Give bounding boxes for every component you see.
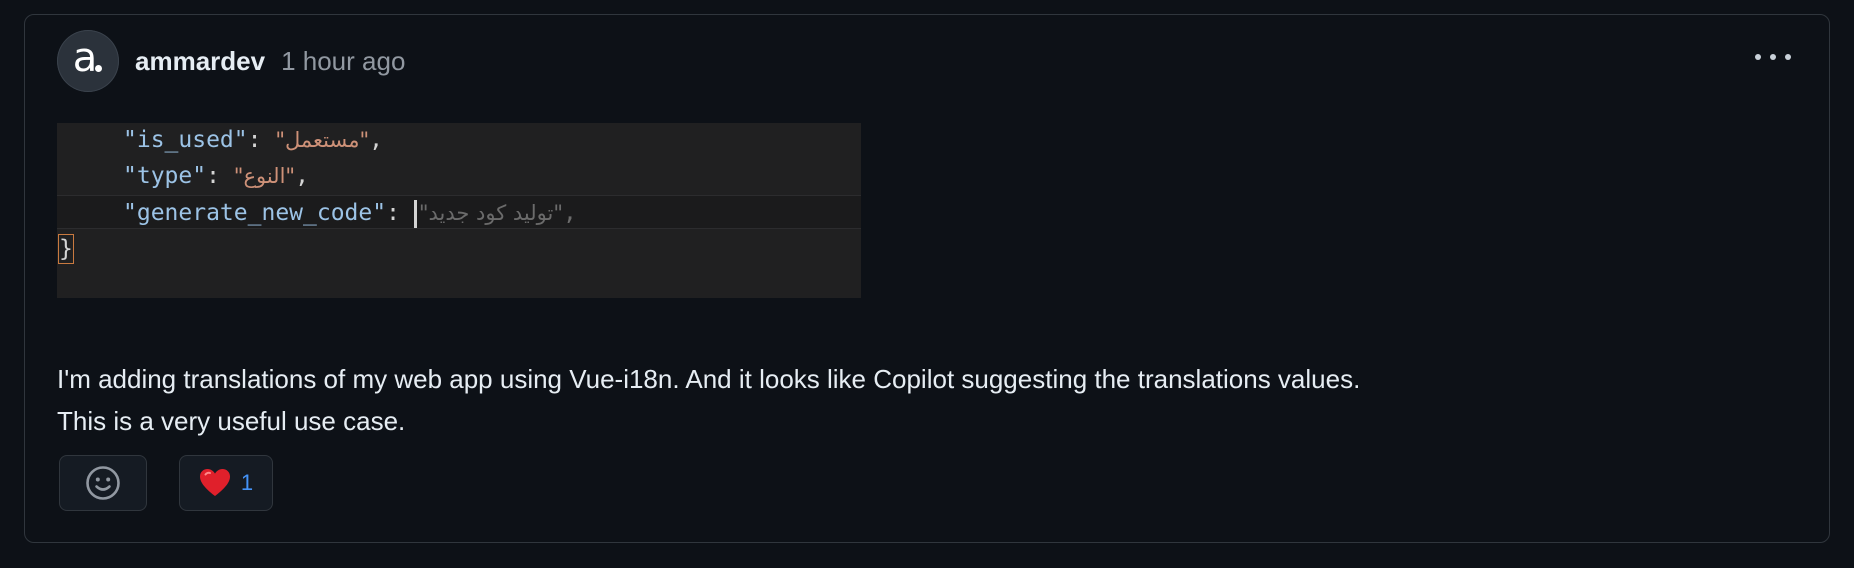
more-dot (1755, 54, 1761, 60)
code-line: "is_used": "مستعمل", (57, 123, 861, 157)
heart-icon (199, 469, 230, 496)
discussion-comment: a ammardev 1 hour ago "is_used": "مستعمل… (24, 14, 1830, 543)
code-comma: , (369, 127, 384, 153)
comment-header: a ammardev 1 hour ago (57, 30, 405, 92)
timestamp-link[interactable]: 1 hour ago (281, 46, 405, 77)
copilot-suggestion: "توليد كود جديد" (418, 201, 564, 225)
reactions-bar: 1 (59, 455, 273, 511)
text-cursor (413, 199, 417, 228)
kebab-horizontal-icon[interactable] (1755, 51, 1791, 63)
avatar[interactable]: a (57, 30, 119, 92)
code-line: } (57, 231, 861, 265)
code-comma: , (295, 163, 309, 189)
comment-body-line: This is a very useful use case. (57, 406, 406, 436)
code-separator: : (247, 127, 276, 153)
code-value: "النوع" (233, 164, 296, 188)
more-dot (1770, 54, 1776, 60)
heart-reaction-count: 1 (240, 470, 254, 495)
code-key: "generate_new_code" (123, 200, 387, 226)
comment-body-line: I'm adding translations of my web app us… (57, 364, 1361, 394)
code-screenshot-image: "is_used": "مستعمل", "type": "النوع", "g… (57, 123, 861, 298)
code-comma: , (563, 200, 577, 226)
author-link[interactable]: ammardev (135, 46, 265, 77)
comment-body: I'm adding translations of my web app us… (57, 358, 1817, 442)
closing-brace: } (58, 233, 74, 264)
smiley-icon (86, 466, 120, 500)
heart-reaction-button[interactable]: 1 (179, 455, 273, 511)
code-separator: : (206, 163, 234, 189)
more-dot (1785, 54, 1791, 60)
avatar-letter: a (72, 35, 98, 81)
code-key: "type" (123, 163, 207, 189)
avatar-dot (95, 65, 102, 72)
code-line: "type": "النوع", (57, 159, 861, 193)
code-key: "is_used" (123, 127, 248, 153)
add-reaction-button[interactable] (59, 455, 147, 511)
code-line-active: "generate_new_code": "توليد كود جديد", (57, 195, 861, 229)
code-separator: : (386, 200, 414, 226)
code-value: "مستعمل" (275, 128, 370, 152)
